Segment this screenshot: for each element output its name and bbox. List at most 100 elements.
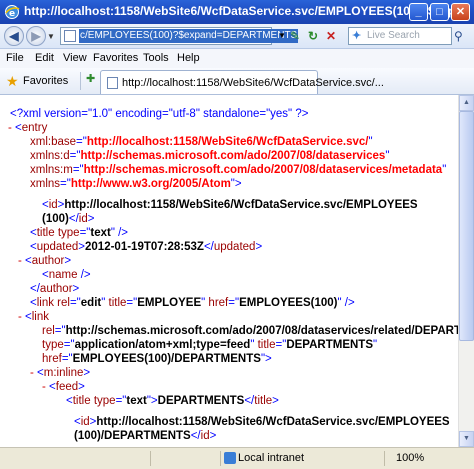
xml-token: =" xyxy=(61,353,73,365)
xml-token: "> xyxy=(146,395,158,407)
xml-token: =" xyxy=(63,339,75,351)
xml-token: title xyxy=(72,395,91,407)
xml-token: =" xyxy=(54,325,66,337)
xml-line: <id>http://localhost:1158/WebSite6/WcfDa… xyxy=(42,198,418,212)
security-zone: Local intranet xyxy=(238,452,305,464)
xml-token: http://www.w3.org/2005/Atom xyxy=(70,178,231,190)
xml-token: =" xyxy=(72,164,84,176)
xml-token: < xyxy=(66,395,73,407)
xml-token: "> xyxy=(260,353,272,365)
xml-line: href="EMPLOYEES(100)/DEPARTMENTS"> xyxy=(42,352,272,366)
menu-edit[interactable]: Edit xyxy=(35,52,54,64)
page-icon xyxy=(64,30,76,42)
scroll-down-arrow-icon[interactable]: ▼ xyxy=(459,431,474,447)
scroll-thumb[interactable] xyxy=(459,111,474,341)
address-input[interactable]: c/EMPLOYEES(100)?$expand=DEPARTMENTS xyxy=(60,27,299,45)
xml-line: <link rel="edit" title="EMPLOYEE" href="… xyxy=(30,296,355,310)
menu-file[interactable]: File xyxy=(6,52,24,64)
xml-token: title xyxy=(105,297,127,309)
xml-token: < xyxy=(42,269,49,281)
xml-token: EMPLOYEES(100) xyxy=(239,297,338,309)
collapse-toggle[interactable]: - xyxy=(18,311,25,323)
xml-token: link xyxy=(36,297,54,309)
xml-token: " /> xyxy=(337,297,355,309)
xml-line: <name /> xyxy=(42,268,91,282)
search-icon[interactable]: ⚲ xyxy=(454,29,463,43)
xml-token: DEPARTMENTS xyxy=(157,395,245,407)
zoom-level[interactable]: 100% xyxy=(396,452,424,464)
xml-line: <title type="text">DEPARTMENTS</title> xyxy=(66,394,279,408)
menu-tools[interactable]: Tools xyxy=(143,52,169,64)
menu-help[interactable]: Help xyxy=(177,52,200,64)
refresh-icon[interactable]: ↻ xyxy=(305,28,321,44)
xml-token: </ xyxy=(30,283,40,295)
xml-token: DEPARTMENTS xyxy=(286,339,373,351)
xml-token: > xyxy=(78,381,85,393)
collapse-toggle[interactable]: - xyxy=(42,381,49,393)
xml-token: </ xyxy=(68,213,79,225)
xml-token: > xyxy=(64,255,72,267)
xml-token: "> xyxy=(230,178,242,190)
svg-text:e: e xyxy=(9,9,15,19)
xml-token: > xyxy=(255,241,263,253)
xml-token: <?xml version="1.0" encoding="utf-8" sta… xyxy=(10,108,309,120)
xml-token: > xyxy=(78,241,86,253)
xml-line: <updated>2012-01-19T07:28:53Z</updated> xyxy=(30,240,262,254)
stop-icon[interactable]: ✕ xyxy=(323,28,339,44)
collapse-toggle[interactable]: - xyxy=(18,255,25,267)
collapse-toggle[interactable]: - xyxy=(30,367,37,379)
xml-token: =" xyxy=(275,339,287,351)
menu-view[interactable]: View xyxy=(63,52,87,64)
xml-token: > xyxy=(72,283,80,295)
maximize-button[interactable]: □ xyxy=(430,3,449,21)
back-arrow-icon: ◀ xyxy=(9,29,19,43)
xml-token: < xyxy=(25,255,32,267)
scroll-up-arrow-icon[interactable]: ▲ xyxy=(459,95,474,111)
xml-token: xml:base xyxy=(30,136,77,148)
window-title: http://localhost:1158/WebSite6/WcfDataSe… xyxy=(24,4,462,18)
address-value[interactable]: c/EMPLOYEES(100)?$expand=DEPARTMENTS xyxy=(79,29,299,43)
favorites-star-icon: ★ xyxy=(6,73,19,89)
xml-token: title xyxy=(254,395,273,407)
menu-bar: File Edit View Favorites Tools Help xyxy=(0,49,474,69)
xml-token: title xyxy=(36,227,55,239)
collapse-toggle[interactable]: - xyxy=(8,122,15,134)
xml-token: </ xyxy=(190,430,201,442)
xml-line: <id>http://localhost:1158/WebSite6/WcfDa… xyxy=(74,415,450,429)
back-button[interactable]: ◀ xyxy=(4,26,24,46)
xml-line: xmlns="http://www.w3.org/2005/Atom"> xyxy=(30,177,242,191)
status-divider xyxy=(384,451,385,466)
address-toolbar: ◀ ▶ ▼ c/EMPLOYEES(100)?$expand=DEPARTMEN… xyxy=(0,24,474,49)
compatibility-view-icon[interactable]: ✎ xyxy=(287,28,303,44)
menu-favorites[interactable]: Favorites xyxy=(93,52,138,64)
vertical-scrollbar[interactable]: ▲ ▼ xyxy=(458,95,474,447)
xml-token: =" xyxy=(126,297,138,309)
xml-line: - <m:inline> xyxy=(30,366,90,380)
close-button[interactable]: ✕ xyxy=(451,3,470,21)
xml-token: author xyxy=(39,283,73,295)
xml-token: author xyxy=(31,255,65,267)
tab-current[interactable]: http://localhost:1158/WebSite6/WcfDataSe… xyxy=(100,70,384,94)
xml-token: updated xyxy=(36,241,79,253)
minimize-button[interactable]: _ xyxy=(409,3,428,21)
xml-token: http://localhost:1158/WebSite6/WcfDataSe… xyxy=(96,416,450,428)
status-divider xyxy=(220,451,221,466)
xml-token: =" xyxy=(69,150,81,162)
recent-pages-dropdown-icon[interactable]: ▼ xyxy=(47,32,55,41)
xml-token: " xyxy=(442,164,447,176)
xml-token: entry xyxy=(21,122,48,134)
xml-token: < xyxy=(30,241,37,253)
xml-token: =" xyxy=(228,297,240,309)
xml-token: =" xyxy=(115,395,127,407)
favorites-label: Favorites xyxy=(23,75,69,87)
xml-token: < xyxy=(25,311,32,323)
xml-token: feed xyxy=(55,381,79,393)
search-input[interactable]: ✦ Live Search xyxy=(348,27,452,45)
xml-token: text xyxy=(90,227,111,239)
xml-line: rel="http://schemas.microsoft.com/ado/20… xyxy=(42,324,458,338)
xml-token: link xyxy=(31,311,50,323)
xml-token: xmlns xyxy=(30,178,61,190)
forward-button[interactable]: ▶ xyxy=(26,26,46,46)
xml-token: href xyxy=(205,297,229,309)
xml-token: id xyxy=(78,213,88,225)
